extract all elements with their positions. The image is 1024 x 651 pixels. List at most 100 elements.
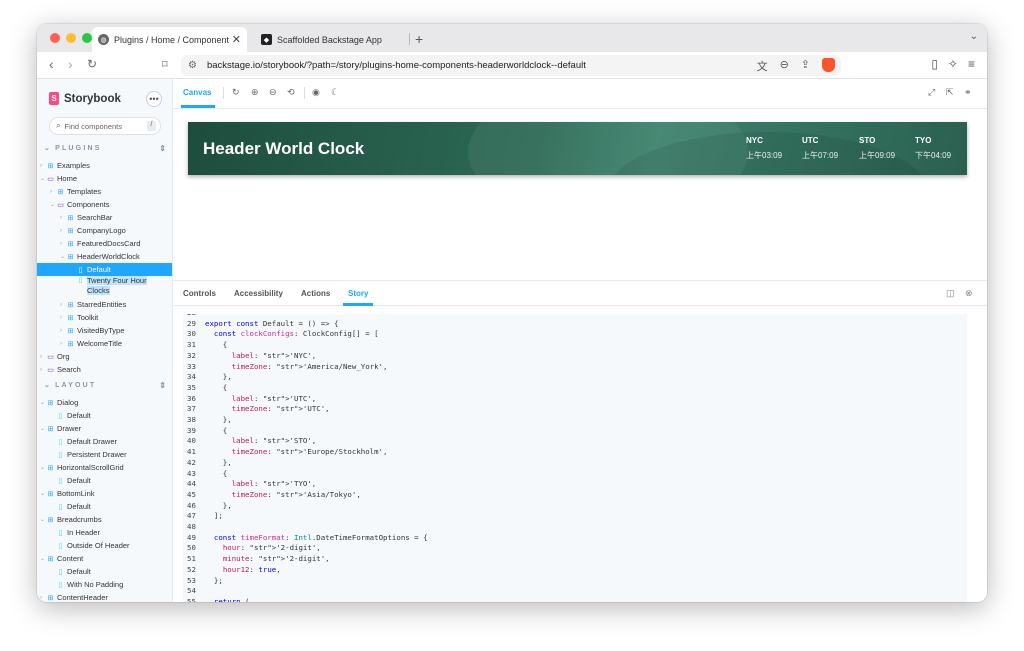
- line-number: 33: [187, 361, 196, 371]
- menu-icon[interactable]: ≡: [968, 57, 975, 71]
- component-icon: ⊞: [67, 301, 74, 309]
- tab-story[interactable]: Story: [348, 289, 368, 298]
- sidebar-item-search[interactable]: › ▭ Search: [40, 363, 81, 376]
- clock-utc: UTC 上午07:09: [802, 136, 838, 161]
- back-arrow-icon[interactable]: ‹: [49, 56, 54, 72]
- remount-icon[interactable]: ↻: [232, 87, 240, 98]
- close-window-button[interactable]: [50, 33, 60, 43]
- sidebar-item-headerworldclock[interactable]: ⌄ ⊞ HeaderWorldClock: [60, 250, 140, 263]
- close-tab-icon[interactable]: ✕: [232, 33, 241, 46]
- sidebar-item-breadcrumbs[interactable]: ⌄ ⊞ Breadcrumbs: [40, 513, 102, 526]
- search-shortcut: /: [147, 121, 156, 131]
- zoom-in-icon[interactable]: ⊕: [251, 87, 259, 98]
- tab-actions[interactable]: Actions: [301, 289, 330, 298]
- bookmark-icon[interactable]: ⌑: [162, 58, 168, 71]
- brave-shield-icon[interactable]: [822, 58, 835, 72]
- search-input[interactable]: ⌕ Find components /: [49, 117, 161, 135]
- fullscreen-icon[interactable]: ⤢: [928, 87, 935, 98]
- address-bar: ‹ › ↻ ⌑ ⚙ backstage.io/storybook/?path=/…: [37, 52, 987, 79]
- sidebar-item-label: VisitedByType: [77, 326, 125, 335]
- sidebar-toggle-icon[interactable]: ▯: [931, 57, 938, 71]
- chevron-down-icon[interactable]: ⌄: [970, 31, 978, 42]
- sidebar-item-default[interactable]: ▯ Default: [50, 500, 91, 513]
- sidebar-item-starredentities[interactable]: › ⊞ StarredEntities: [60, 298, 126, 311]
- code-text: minute: "str">'2-digit',: [222, 554, 330, 564]
- forward-arrow-icon[interactable]: ›: [68, 56, 73, 72]
- sidebar-item-home[interactable]: ⌄ ▭ Home: [40, 172, 77, 185]
- reload-icon[interactable]: ↻: [87, 57, 97, 71]
- tab-controls[interactable]: Controls: [183, 289, 216, 298]
- sidebar-item-label: HorizontalScrollGrid: [57, 463, 124, 472]
- sidebar-item-toolkit[interactable]: › ⊞ Toolkit: [60, 311, 98, 324]
- panel-orientation-icon[interactable]: ◫: [946, 288, 955, 299]
- sidebar-item-content[interactable]: ⌄ ⊞ Content: [40, 552, 83, 565]
- sidebar-item-horizontalscrollgrid[interactable]: ⌄ ⊞ HorizontalScrollGrid: [40, 461, 124, 474]
- sidebar-item-welcometitle[interactable]: › ⊞ WelcomeTitle: [60, 337, 122, 350]
- sidebar-item-searchbar[interactable]: › ⊞ SearchBar: [60, 211, 112, 224]
- sidebar-item-drawer[interactable]: ⌄ ⊞ Drawer: [40, 422, 81, 435]
- sidebar-item-templates[interactable]: › ⊞ Templates: [50, 185, 101, 198]
- code-text: const clockConfigs: ClockConfig[] = [: [213, 329, 379, 339]
- sidebar-item-default-drawer[interactable]: ▯ Default Drawer: [50, 435, 117, 448]
- new-tab-button[interactable]: +: [415, 31, 423, 47]
- zoom-icon[interactable]: ⊖: [780, 58, 789, 74]
- sidebar-item-default[interactable]: ▯ Default: [50, 474, 91, 487]
- sidebar-item-dialog[interactable]: ⌄ ⊞ Dialog: [40, 396, 78, 409]
- expand-all-icon[interactable]: ⇕: [159, 144, 166, 153]
- story-icon: ▯: [58, 438, 63, 446]
- sidebar-item-featureddocscard[interactable]: › ⊞ FeaturedDocsCard: [60, 237, 140, 250]
- zoom-out-icon[interactable]: ⊖: [269, 87, 277, 98]
- leo-ai-icon[interactable]: ✧: [948, 57, 958, 71]
- translate-icon[interactable]: 文: [757, 58, 768, 74]
- chevron-right-icon: ›: [40, 162, 42, 169]
- sidebar-item-components[interactable]: ⌄ ▭ Components: [50, 198, 110, 211]
- site-settings-icon[interactable]: ⚙: [188, 60, 197, 71]
- tab-accessibility[interactable]: Accessibility: [234, 289, 283, 298]
- chevron-right-icon: ›: [60, 227, 62, 234]
- sidebar-item-label: Default: [67, 567, 91, 576]
- accessibility-icon[interactable]: ◉: [312, 87, 320, 98]
- chevron-down-icon: ⌄: [40, 426, 46, 432]
- component-icon: ⊞: [47, 399, 54, 407]
- theme-moon-icon[interactable]: ☾: [331, 87, 339, 98]
- storybook-brand[interactable]: S Storybook: [49, 92, 121, 105]
- sidebar-item-org[interactable]: › ▭ Org: [40, 350, 70, 363]
- sidebar-item-in-header[interactable]: ▯ In Header: [50, 526, 100, 539]
- sidebar-item-label: In Header: [67, 528, 100, 537]
- sidebar-item-outside-of-header[interactable]: ▯ Outside Of Header: [50, 539, 130, 552]
- share-icon[interactable]: ⇪: [801, 58, 810, 74]
- close-panel-icon[interactable]: ⊗: [965, 288, 973, 299]
- open-new-tab-icon[interactable]: ⇱: [946, 87, 954, 98]
- reset-zoom-icon[interactable]: ⟲: [287, 87, 295, 98]
- sidebar-item-with-no-padding[interactable]: ▯ With No Padding: [50, 578, 124, 591]
- clock-label: TYO: [915, 136, 932, 145]
- sidebar-menu-button[interactable]: •••: [146, 91, 162, 107]
- minimize-window-button[interactable]: [66, 33, 76, 43]
- plugins-section-header[interactable]: ⌄ PLUGINS ⇕: [44, 144, 166, 153]
- tab-title: Scaffolded Backstage App: [277, 34, 382, 45]
- tab-storybook[interactable]: ◍ Plugins / Home / Components ✕: [92, 27, 247, 52]
- search-placeholder: Find components: [64, 121, 123, 131]
- zoom-window-button[interactable]: [82, 33, 92, 43]
- sidebar-item-default[interactable]: ▯ Default: [50, 409, 91, 422]
- tab-canvas[interactable]: Canvas: [183, 88, 211, 97]
- sidebar-item-default[interactable]: ▯ Default: [50, 565, 91, 578]
- code-text: hour12: true,: [222, 564, 281, 574]
- sidebar-item-default[interactable]: ▯ Default: [37, 263, 172, 276]
- layout-section-header[interactable]: ⌄ LAYOUT ⇕: [44, 381, 166, 390]
- chevron-down-icon: ⌄: [40, 465, 46, 471]
- header-title: Header World Clock: [203, 139, 365, 158]
- sidebar-item-examples[interactable]: › ⊞ Examples: [40, 159, 90, 172]
- expand-all-icon[interactable]: ⇕: [159, 381, 166, 390]
- sidebar-item-companylogo[interactable]: › ⊞ CompanyLogo: [60, 224, 126, 237]
- sidebar-item-persistent-drawer[interactable]: ▯ Persistent Drawer: [50, 448, 127, 461]
- url-field[interactable]: ⚙ backstage.io/storybook/?path=/story/pl…: [181, 55, 841, 76]
- sidebar-item-contentheader[interactable]: › ⊞ ContentHeader: [40, 591, 108, 602]
- sidebar-item-bottomlink[interactable]: ⌄ ⊞ BottomLink: [40, 487, 95, 500]
- sidebar-item-visitedbytype[interactable]: › ⊞ VisitedByType: [60, 324, 124, 337]
- code-text: };: [205, 575, 223, 585]
- copy-link-icon[interactable]: ⚭: [964, 87, 972, 98]
- line-number: 51: [187, 554, 196, 564]
- tab-backstage[interactable]: ◆ Scaffolded Backstage App: [255, 27, 410, 52]
- sidebar-item-twenty-four-hour[interactable]: ▯ Twenty Four Hour Clocks: [70, 276, 147, 298]
